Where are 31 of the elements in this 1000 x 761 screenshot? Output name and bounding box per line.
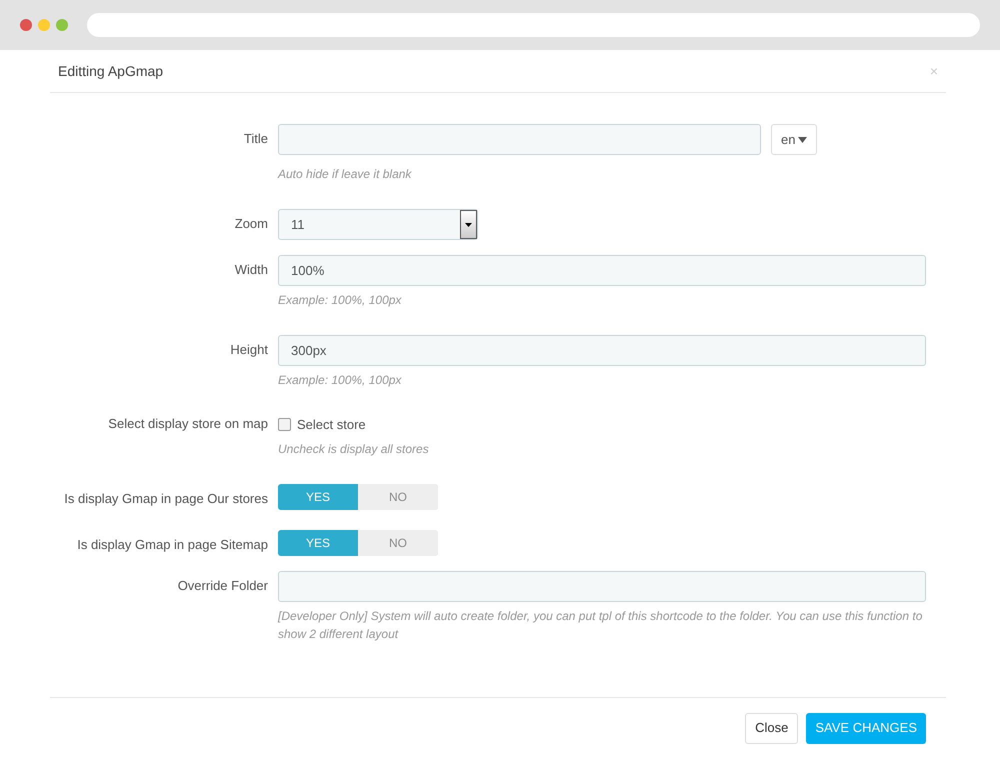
- text-field[interactable]: 100%: [278, 255, 926, 286]
- save-button[interactable]: SAVE CHANGES: [806, 712, 926, 744]
- field-label: Is display Gmap in page Sitemap: [77, 536, 268, 554]
- help-text: Auto hide if leave it blank: [278, 166, 413, 183]
- field-label: Height: [230, 341, 268, 359]
- field-label: Select display store on map: [108, 415, 268, 433]
- language-dropdown[interactable]: en: [771, 124, 818, 155]
- toggle-option[interactable]: YES: [278, 530, 358, 556]
- help-text: Example: 100%, 100px: [278, 372, 402, 389]
- help-text: Example: 100%, 100px: [278, 292, 402, 309]
- toggle-option[interactable]: NO: [358, 484, 438, 510]
- modal-title: Editting ApGmap: [58, 62, 164, 81]
- field-label: Zoom: [234, 215, 268, 233]
- text-field[interactable]: [278, 570, 926, 602]
- address-bar[interactable]: [86, 13, 980, 37]
- caret-icon: [798, 136, 808, 142]
- help-text: Uncheck is display all stores: [278, 440, 430, 458]
- checkbox[interactable]: [278, 418, 291, 432]
- field-label: Title: [244, 130, 268, 148]
- toggle-option[interactable]: NO: [358, 530, 438, 556]
- field-label: Is display Gmap in page Our stores: [64, 490, 268, 508]
- checkbox-label: Select store: [297, 416, 366, 434]
- text-field[interactable]: 300px: [278, 335, 926, 366]
- close-button[interactable]: Close: [745, 712, 798, 744]
- field-label: Override Folder: [178, 576, 268, 594]
- field-label: Width: [234, 261, 268, 279]
- help-text: [Developer Only] System will auto create folder, you can put tpl of this shortcode to the folder. You can use this function to show 2 different layout: [278, 608, 924, 642]
- zoom-select[interactable]: 11: [278, 209, 478, 240]
- toggle-option[interactable]: YES: [278, 484, 358, 510]
- select-value: 11: [291, 216, 304, 234]
- text-field[interactable]: [278, 124, 761, 155]
